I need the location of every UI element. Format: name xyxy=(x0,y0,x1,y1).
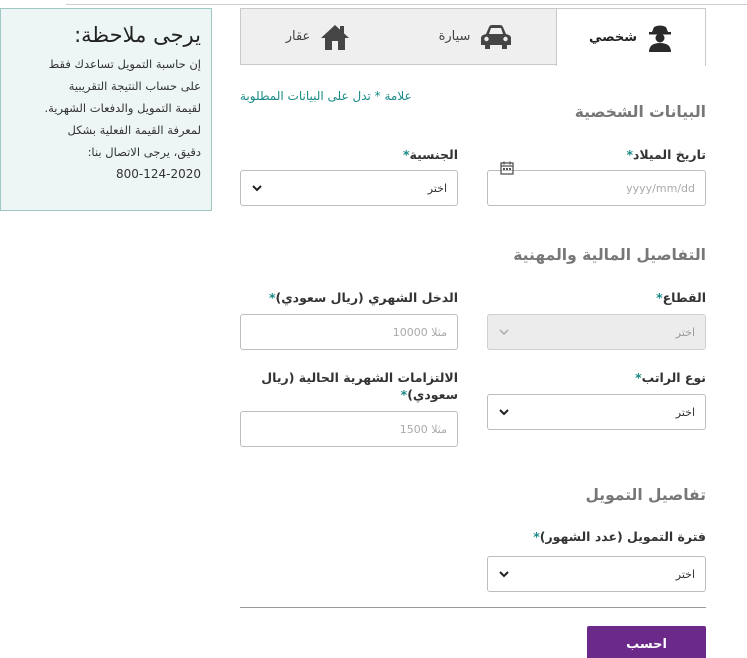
financing-period-label: فترة التمويل (عدد الشهور)* xyxy=(533,529,706,544)
financing-period-value: اختر xyxy=(675,567,695,581)
section-title-financial: التفاصيل المالية والمهنية xyxy=(513,246,706,264)
note-line: لمعرفة القيمة الفعلية بشكل xyxy=(67,123,201,137)
note-phone: 800-124-2020 xyxy=(115,167,201,181)
calendar-icon[interactable] xyxy=(500,161,514,175)
loan-type-tabs: عقار سيارة شخصي xyxy=(240,8,706,66)
note-title: يرجى ملاحظة: xyxy=(74,23,201,47)
chevron-down-icon xyxy=(499,409,509,416)
financing-period-select[interactable]: اختر xyxy=(487,556,706,592)
tab-realestate[interactable]: عقار xyxy=(240,8,396,65)
nationality-label: الجنسية* xyxy=(402,147,458,162)
salary-type-select[interactable]: اختر xyxy=(487,394,706,430)
note-line: إن حاسبة التمويل تساعدك فقط xyxy=(48,57,201,71)
calculate-button[interactable]: احسب xyxy=(587,626,706,658)
person-icon xyxy=(649,25,672,52)
note-line: لقيمة التمويل والدفعات الشهرية. xyxy=(44,101,201,115)
salary-type-label: نوع الراتب* xyxy=(635,370,706,385)
monthly-income-label: الدخل الشهري (ريال سعودي)* xyxy=(268,290,458,305)
obligations-input[interactable]: مثلا 1500 xyxy=(240,411,458,447)
form-divider xyxy=(240,607,706,608)
monthly-income-input[interactable]: مثلا 10000 xyxy=(240,314,458,350)
chevron-down-icon xyxy=(252,185,262,192)
obligations-placeholder: مثلا 1500 xyxy=(399,422,447,436)
obligations-label: الالتزامات الشهرية الحالية (ريال سعودي)* xyxy=(248,369,458,403)
obligations-label-line2: سعودي)* xyxy=(400,387,458,402)
note-line: على حساب النتيجة التقريبية xyxy=(68,79,201,93)
chevron-down-icon xyxy=(499,329,509,336)
note-body: إن حاسبة التمويل تساعدك فقط على حساب الن… xyxy=(13,53,201,163)
tabs-bottom-border xyxy=(240,64,556,65)
nationality-select[interactable]: اختر xyxy=(240,170,458,206)
obligations-label-line1: الالتزامات الشهرية الحالية (ريال xyxy=(261,370,458,385)
tab-personal[interactable]: شخصي xyxy=(556,8,706,66)
tab-realestate-label: عقار xyxy=(285,29,311,44)
chevron-down-icon xyxy=(499,571,509,578)
house-icon xyxy=(321,24,350,50)
section-title-personal: البيانات الشخصية xyxy=(574,103,706,121)
birth-date-placeholder: yyyy/mm/dd xyxy=(626,181,695,195)
salary-type-value: اختر xyxy=(675,405,695,419)
sector-label: القطاع* xyxy=(656,290,706,305)
birth-date-input[interactable]: yyyy/mm/dd xyxy=(487,170,706,206)
tab-car-label: سيارة xyxy=(438,29,471,44)
car-icon xyxy=(481,24,512,49)
note-line: دقيق، يرجى الاتصال بنا: xyxy=(87,145,201,159)
sector-value: اختر xyxy=(675,325,695,339)
section-title-financing: تفاصيل التمويل xyxy=(585,486,706,504)
tab-personal-label: شخصي xyxy=(588,30,638,45)
monthly-income-placeholder: مثلا 10000 xyxy=(392,325,447,339)
required-note-text: علامة * تدل على البيانات المطلوبة xyxy=(240,89,412,103)
required-fields-note: علامة * تدل على البيانات المطلوبة xyxy=(240,89,472,103)
top-border-line xyxy=(66,4,747,5)
birth-date-label: تاريخ الميلاد* xyxy=(626,147,706,162)
sector-select[interactable]: اختر xyxy=(487,314,706,350)
tab-car[interactable]: سيارة xyxy=(395,8,557,65)
note-panel: يرجى ملاحظة: إن حاسبة التمويل تساعدك فقط… xyxy=(0,8,212,211)
nationality-value: اختر xyxy=(427,181,447,195)
